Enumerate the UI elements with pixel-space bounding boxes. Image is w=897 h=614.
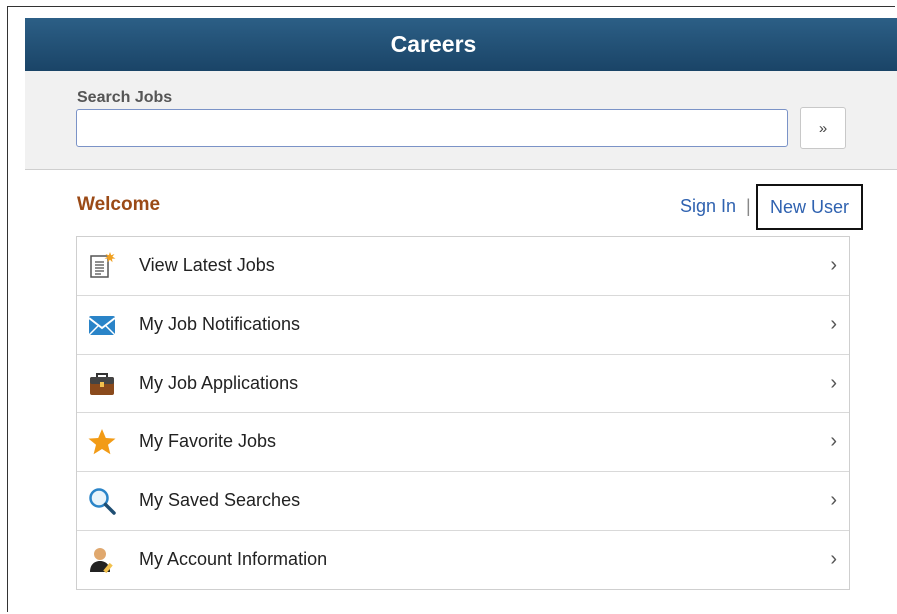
list-item-label: My Account Information — [139, 548, 328, 569]
list-item-my-saved-searches[interactable]: My Saved Searches › — [77, 472, 849, 531]
welcome-heading: Welcome — [77, 194, 161, 215]
list-item-my-job-notifications[interactable]: My Job Notifications › — [77, 296, 849, 355]
list-item-my-favorite-jobs[interactable]: My Favorite Jobs › — [77, 413, 849, 473]
list-item-label: View Latest Jobs — [139, 255, 275, 275]
search-panel: Search Jobs » — [25, 71, 897, 170]
magnifier-icon — [89, 488, 116, 515]
sign-in-link[interactable]: Sign In — [680, 196, 736, 217]
chevron-right-icon: › — [830, 312, 837, 335]
search-input[interactable] — [76, 109, 788, 147]
list-item-view-latest-jobs[interactable]: View Latest Jobs › — [77, 237, 849, 296]
new-user-label: New User — [769, 196, 849, 217]
list-item-label: My Job Applications — [139, 372, 299, 393]
account-links: Sign In | — [680, 196, 758, 217]
list-item-my-job-applications[interactable]: My Job Applications › — [77, 355, 849, 414]
list-item-label: My Job Notifications — [139, 313, 301, 334]
briefcase-icon — [90, 372, 114, 395]
list-item-label: My Saved Searches — [139, 490, 301, 511]
menu-list: View Latest Jobs › My Job Notifications … — [76, 236, 850, 590]
search-button[interactable]: » — [800, 107, 846, 149]
link-separator: | — [746, 196, 751, 216]
chevron-right-icon: › — [830, 547, 837, 570]
envelope-icon — [88, 315, 116, 336]
chevron-right-icon: › — [830, 430, 837, 453]
list-item-my-account-information[interactable]: My Account Information › — [77, 531, 849, 590]
page-header: Careers — [25, 18, 897, 71]
star-icon — [88, 429, 116, 455]
chevron-right-icon: › — [830, 489, 837, 512]
double-chevron-right-icon: » — [818, 119, 828, 137]
search-label: Search Jobs — [77, 89, 173, 106]
list-item-label: My Favorite Jobs — [139, 431, 277, 452]
chevron-right-icon: › — [830, 254, 837, 276]
new-user-link[interactable]: New User — [756, 184, 863, 230]
page-title: Careers — [390, 31, 477, 57]
document-new-icon — [90, 252, 116, 278]
user-edit-icon — [90, 547, 113, 574]
chevron-right-icon: › — [830, 371, 837, 394]
